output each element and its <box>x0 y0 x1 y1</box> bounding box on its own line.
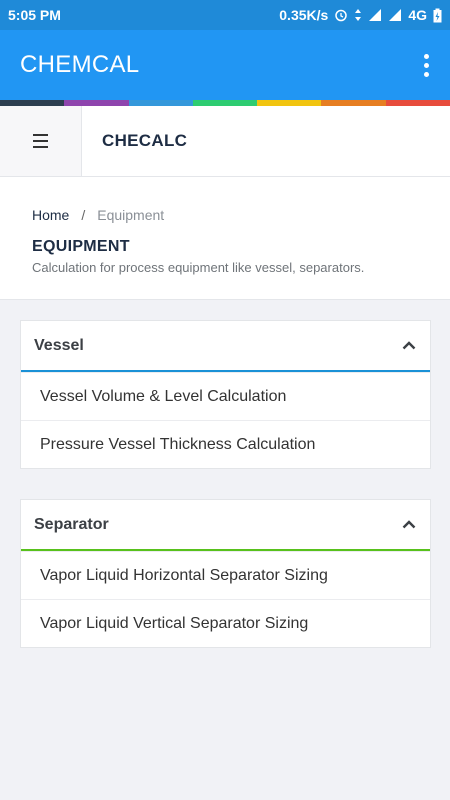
menu-dot <box>423 53 429 59</box>
data-transfer-icon <box>355 9 362 21</box>
network-type: 4G <box>408 7 427 23</box>
signal-icon-2 <box>389 9 402 21</box>
top-nav: CHECALC <box>0 106 450 177</box>
more-vert-icon[interactable] <box>402 41 450 89</box>
breadcrumb-separator: / <box>81 207 86 223</box>
list-item[interactable]: Vessel Volume & Level Calculation <box>21 372 430 420</box>
separator-section: Separator Vapor Liquid Horizontal Separa… <box>20 499 431 648</box>
app-bar: CHEMCAL <box>0 30 450 100</box>
vessel-section: Vessel Vessel Volume & Level Calculation… <box>20 320 431 469</box>
list-item[interactable]: Vapor Liquid Horizontal Separator Sizing <box>21 551 430 599</box>
page-title: EQUIPMENT <box>32 238 130 255</box>
status-time: 5:05 PM <box>8 7 61 23</box>
breadcrumb: Home / Equipment <box>32 207 450 223</box>
hamburger-icon <box>33 134 48 148</box>
status-right: 0.35K/s 4G <box>279 7 442 23</box>
menu-dot <box>423 71 429 77</box>
breadcrumb-current: Equipment <box>97 207 165 223</box>
chevron-up-icon[interactable] <box>401 338 417 354</box>
list-item[interactable]: Vapor Liquid Vertical Separator Sizing <box>21 599 430 647</box>
section-title: Vessel <box>34 336 84 354</box>
hamburger-line <box>33 140 48 142</box>
battery-icon <box>433 8 442 22</box>
hamburger-line <box>33 134 48 136</box>
breadcrumb-home[interactable]: Home <box>32 207 69 223</box>
page-description: Calculation for process equipment like v… <box>32 260 365 275</box>
status-bar: 5:05 PM 0.35K/s 4G <box>0 0 450 30</box>
chevron-up-icon[interactable] <box>401 517 417 533</box>
signal-icon <box>369 9 382 21</box>
app-title: CHEMCAL <box>20 51 140 78</box>
page-header: Home / Equipment EQUIPMENT Calculation f… <box>0 177 450 300</box>
separator-section-header[interactable]: Separator <box>21 500 430 549</box>
menu-dot <box>423 62 429 68</box>
section-title: Separator <box>34 515 109 533</box>
network-speed: 0.35K/s <box>279 7 329 23</box>
list-item[interactable]: Pressure Vessel Thickness Calculation <box>21 420 430 468</box>
hamburger-line <box>33 146 48 148</box>
brand-name[interactable]: CHECALC <box>82 106 187 176</box>
hamburger-button[interactable] <box>0 106 82 176</box>
alarm-icon <box>335 9 348 22</box>
vessel-section-header[interactable]: Vessel <box>21 321 430 370</box>
